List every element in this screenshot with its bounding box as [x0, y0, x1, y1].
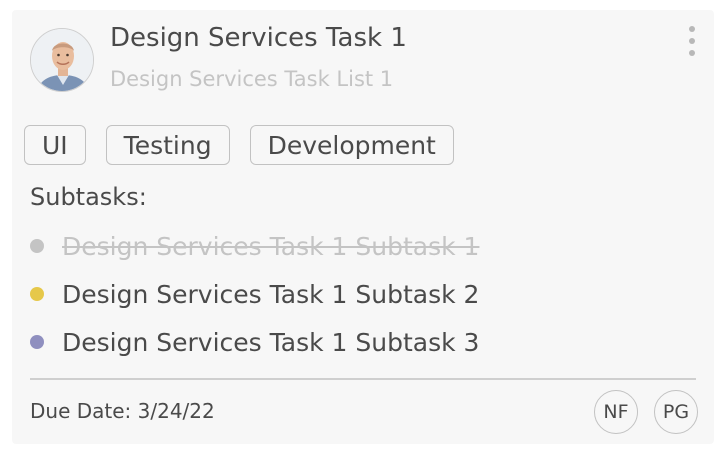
task-title[interactable]: Design Services Task 1 [110, 23, 407, 53]
assignee-list: NF PG [578, 390, 698, 434]
kebab-dot [689, 50, 695, 56]
tag-testing[interactable]: Testing [105, 125, 230, 165]
subtask-item[interactable]: Design Services Task 1 Subtask 3 [30, 318, 479, 366]
user-avatar-icon [31, 29, 93, 91]
subtask-label: Design Services Task 1 Subtask 2 [62, 279, 480, 309]
user-avatar [30, 28, 94, 92]
task-list-name[interactable]: Design Services Task List 1 [110, 67, 393, 91]
subtask-status-dot [30, 287, 44, 301]
footer-divider [30, 378, 696, 380]
subtask-label: Design Services Task 1 Subtask 1 [62, 231, 480, 261]
assignee-avatar-nf[interactable]: NF [594, 390, 638, 434]
tag-ui[interactable]: UI [24, 125, 86, 165]
subtask-status-dot [30, 335, 44, 349]
tag-development[interactable]: Development [249, 125, 454, 165]
subtask-status-dot [30, 239, 44, 253]
tag-list: UI Testing Development [24, 125, 474, 165]
subtask-item[interactable]: Design Services Task 1 Subtask 2 [30, 270, 479, 318]
subtask-label: Design Services Task 1 Subtask 3 [62, 327, 480, 357]
kebab-dot [689, 26, 695, 32]
task-card[interactable]: Design Services Task 1 Design Services T… [12, 10, 714, 444]
subtask-item[interactable]: Design Services Task 1 Subtask 1 [30, 222, 479, 270]
due-date: Due Date: 3/24/22 [30, 399, 215, 423]
assignee-avatar-pg[interactable]: PG [654, 390, 698, 434]
subtasks-heading: Subtasks: [30, 183, 147, 211]
subtask-list: Design Services Task 1 Subtask 1 Design … [30, 222, 479, 366]
more-vertical-icon[interactable] [684, 26, 700, 56]
kebab-dot [689, 38, 695, 44]
